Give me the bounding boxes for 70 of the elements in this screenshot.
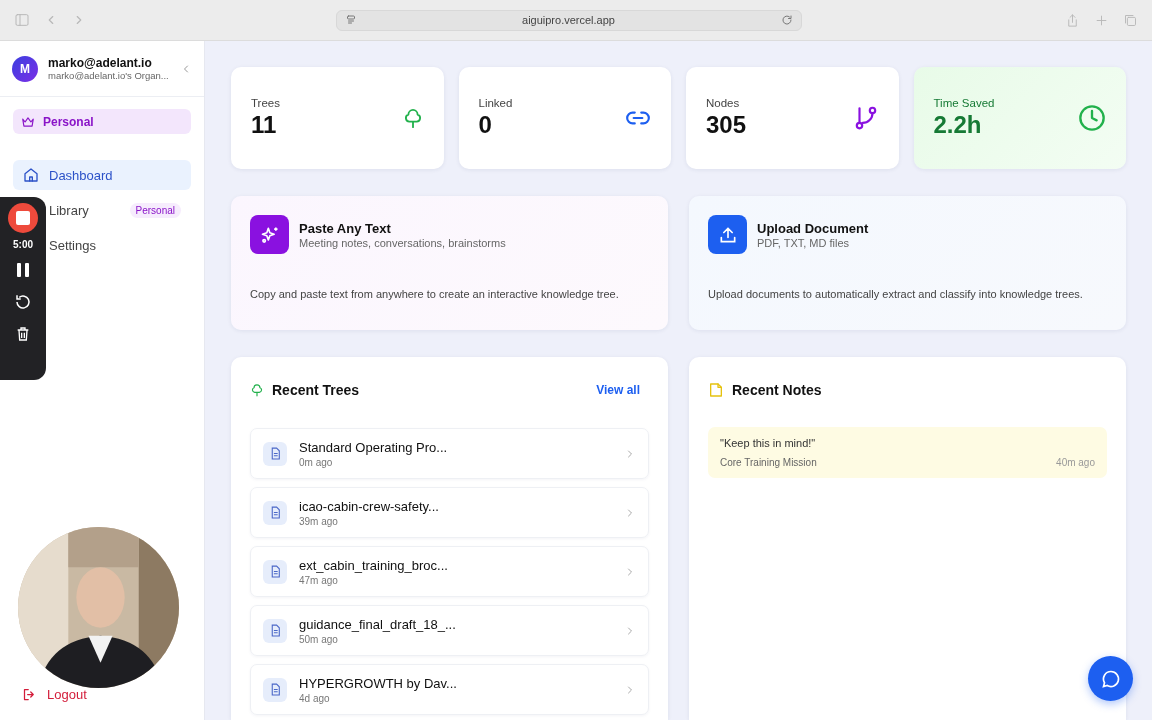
sparkle-icon [250, 215, 289, 254]
plan-tag: Personal [129, 202, 181, 218]
tree-row[interactable]: icao-cabin-crew-safety... 39m ago [250, 487, 649, 538]
tree-row[interactable]: HYPERGROWTH by Dav... 4d ago [250, 664, 649, 715]
tree-time: 0m ago [299, 456, 334, 468]
tree-title: guidance_final_draft_18_... [299, 616, 457, 632]
tree-title: icao-cabin-crew-safety... [299, 498, 440, 514]
note-text: "Keep this in mind!" [720, 437, 817, 449]
logout-link[interactable]: Logout [22, 687, 204, 702]
stat-value: 305 [706, 111, 748, 139]
plan-badge[interactable]: Personal [13, 109, 191, 134]
tree-title: HYPERGROWTH by Dav... [299, 675, 458, 691]
plus-icon [1094, 12, 1109, 28]
recording-time: 5:00 [13, 239, 33, 250]
note-source: Core Training Mission [720, 457, 817, 468]
stat-label: Nodes [706, 97, 741, 109]
document-icon [263, 618, 287, 643]
home-icon [23, 167, 39, 183]
stat-label: Time Saved [933, 97, 996, 109]
chat-icon [1100, 668, 1121, 689]
action-description: Upload documents to automatically extract and classify into knowledge trees. [708, 287, 1084, 302]
document-icon [263, 559, 287, 584]
stat-label: Trees [251, 97, 281, 109]
document-icon [263, 441, 287, 466]
tree-time: 50m ago [299, 633, 339, 645]
tabs-icon [1123, 12, 1138, 28]
stat-label: Linked [478, 97, 514, 109]
tree-row[interactable]: Standard Operating Pro... 0m ago [250, 428, 649, 479]
stop-button[interactable] [8, 203, 38, 233]
view-all-link[interactable]: View all [596, 383, 640, 397]
crown-icon [21, 114, 35, 129]
share-icon [1065, 12, 1080, 28]
note-icon [708, 382, 724, 398]
nav-item[interactable]: Library Personal [49, 198, 181, 222]
organization-name: marko@adelant.io's Organ... [48, 70, 170, 81]
tree-title: Standard Operating Pro... [299, 439, 449, 455]
address-bar[interactable]: aiguipro.vercel.app [335, 9, 802, 31]
tree-title: ext_cabin_training_broc... [299, 557, 449, 573]
upload-icon [708, 215, 747, 254]
tree-row[interactable]: ext_cabin_training_broc... 47m ago [250, 546, 649, 597]
action-title: Paste Any Text [299, 220, 392, 236]
nav-item[interactable]: Settings [49, 233, 181, 257]
stat-value: 11 [251, 111, 278, 139]
clock-icon [1078, 104, 1106, 132]
stat-value: 2.2h [933, 111, 983, 139]
reload-icon [780, 14, 793, 26]
note-time: 40m ago [1056, 457, 1095, 468]
action-card[interactable]: Upload Document PDF, TXT, MD files Upload documents to automatically extract and classify into knowledge trees. [689, 196, 1126, 330]
action-subtitle: PDF, TXT, MD files [757, 236, 851, 249]
tree-time: 47m ago [299, 574, 339, 586]
sidebar-icon [14, 12, 30, 28]
note-card[interactable]: "Keep this in mind!" Core Training Mission 40m ago [708, 427, 1107, 478]
document-icon [263, 677, 287, 702]
action-title: Upload Document [757, 220, 869, 236]
action-subtitle: Meeting notes, conversations, brainstorms [299, 236, 506, 249]
avatar: M [12, 55, 38, 82]
action-card[interactable]: Paste Any Text Meeting notes, conversations, brainstorms Copy and paste text from anywhere to create an interactive knowledge tree. [231, 196, 668, 330]
panel-title: Recent Trees [272, 382, 361, 398]
page-icon [344, 14, 357, 26]
account-email: marko@adelant.io [48, 56, 153, 70]
panel-title: Recent Notes [732, 382, 823, 398]
tree-time: 39m ago [299, 515, 339, 527]
tree-icon [250, 383, 264, 397]
action-description: Copy and paste text from anywhere to create an interactive knowledge tree. [250, 287, 620, 302]
logout-icon [22, 687, 37, 702]
stop-icon [16, 211, 30, 225]
tree-time: 4d ago [299, 692, 331, 704]
tree-row[interactable]: guidance_final_draft_18_... 50m ago [250, 605, 649, 656]
stat-value: 0 [478, 111, 493, 139]
document-icon [263, 500, 287, 525]
